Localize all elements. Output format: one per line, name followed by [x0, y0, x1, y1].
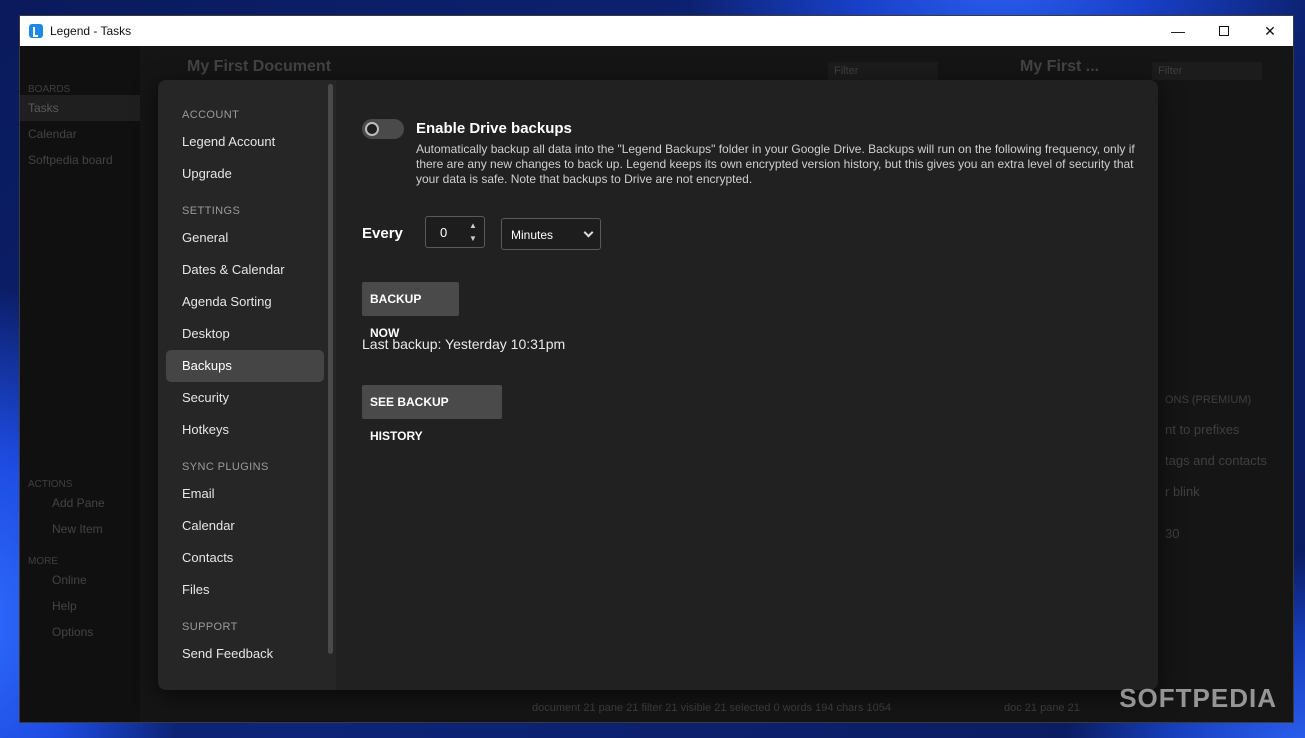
legend-app-icon: [29, 24, 43, 38]
nav-item-desktop[interactable]: Desktop: [166, 318, 324, 350]
nav-section-settings: SETTINGS: [182, 205, 241, 217]
nav-item-email[interactable]: Email: [166, 478, 324, 510]
interval-unit-select[interactable]: Minutes: [501, 218, 601, 250]
nav-item-dates-calendar[interactable]: Dates & Calendar: [166, 254, 324, 286]
settings-modal: ACCOUNT Legend Account Upgrade SETTINGS …: [158, 80, 1158, 690]
nav-item-contacts[interactable]: Contacts: [166, 542, 324, 574]
toggle-knob: [365, 122, 379, 136]
decrement-icon[interactable]: ▼: [468, 234, 478, 244]
nav-item-agenda-sorting[interactable]: Agenda Sorting: [166, 286, 324, 318]
backups-panel: Enable Drive backups Automatically backu…: [362, 80, 1158, 690]
minimize-icon: —: [1171, 23, 1185, 39]
increment-icon[interactable]: ▲: [468, 221, 478, 231]
nav-item-hotkeys[interactable]: Hotkeys: [166, 414, 324, 446]
drive-backups-toggle[interactable]: [362, 119, 404, 139]
close-window-button[interactable]: ✕: [1247, 16, 1293, 46]
drive-backups-description: Automatically backup all data into the "…: [416, 142, 1135, 186]
nav-section-support: SUPPORT: [182, 621, 238, 633]
maximize-icon: [1219, 26, 1229, 36]
interval-stepper[interactable]: 0 ▲ ▼: [425, 216, 485, 248]
drive-backups-title: Enable Drive backups: [416, 120, 572, 137]
see-backup-history-button[interactable]: SEE BACKUP HISTORY: [362, 385, 502, 443]
nav-section-sync-plugins: SYNC PLUGINS: [182, 461, 269, 473]
last-backup-text: Last backup: Yesterday 10:31pm: [362, 336, 566, 352]
maximize-button[interactable]: [1201, 16, 1247, 46]
nav-item-security[interactable]: Security: [166, 382, 324, 414]
interval-unit-value: Minutes: [511, 228, 554, 242]
interval-value: 0: [440, 225, 448, 240]
nav-item-upgrade[interactable]: Upgrade: [166, 158, 324, 190]
nav-item-files[interactable]: Files: [166, 574, 324, 606]
nav-item-calendar[interactable]: Calendar: [166, 510, 324, 542]
nav-item-send-feedback[interactable]: Send Feedback: [166, 638, 324, 670]
title-bar: Legend - Tasks — ✕: [20, 16, 1293, 46]
every-label: Every: [362, 225, 403, 242]
close-icon: ✕: [1264, 22, 1276, 39]
softpedia-watermark: SOFTPEDIA: [1119, 683, 1277, 713]
nav-scrollbar[interactable]: [328, 84, 333, 654]
nav-item-legend-account[interactable]: Legend Account: [166, 126, 324, 158]
nav-item-backups[interactable]: Backups: [166, 350, 324, 382]
chevron-down-icon: [583, 227, 594, 238]
minimize-button[interactable]: —: [1155, 16, 1201, 46]
nav-section-account: ACCOUNT: [182, 109, 240, 121]
settings-nav: ACCOUNT Legend Account Upgrade SETTINGS …: [158, 80, 336, 690]
window-title: Legend - Tasks: [50, 24, 132, 38]
backup-now-button[interactable]: BACKUP NOW: [362, 282, 459, 340]
app-window: Legend - Tasks — ✕ BOARDS Tasks Calendar…: [19, 15, 1294, 723]
nav-item-general[interactable]: General: [166, 222, 324, 254]
